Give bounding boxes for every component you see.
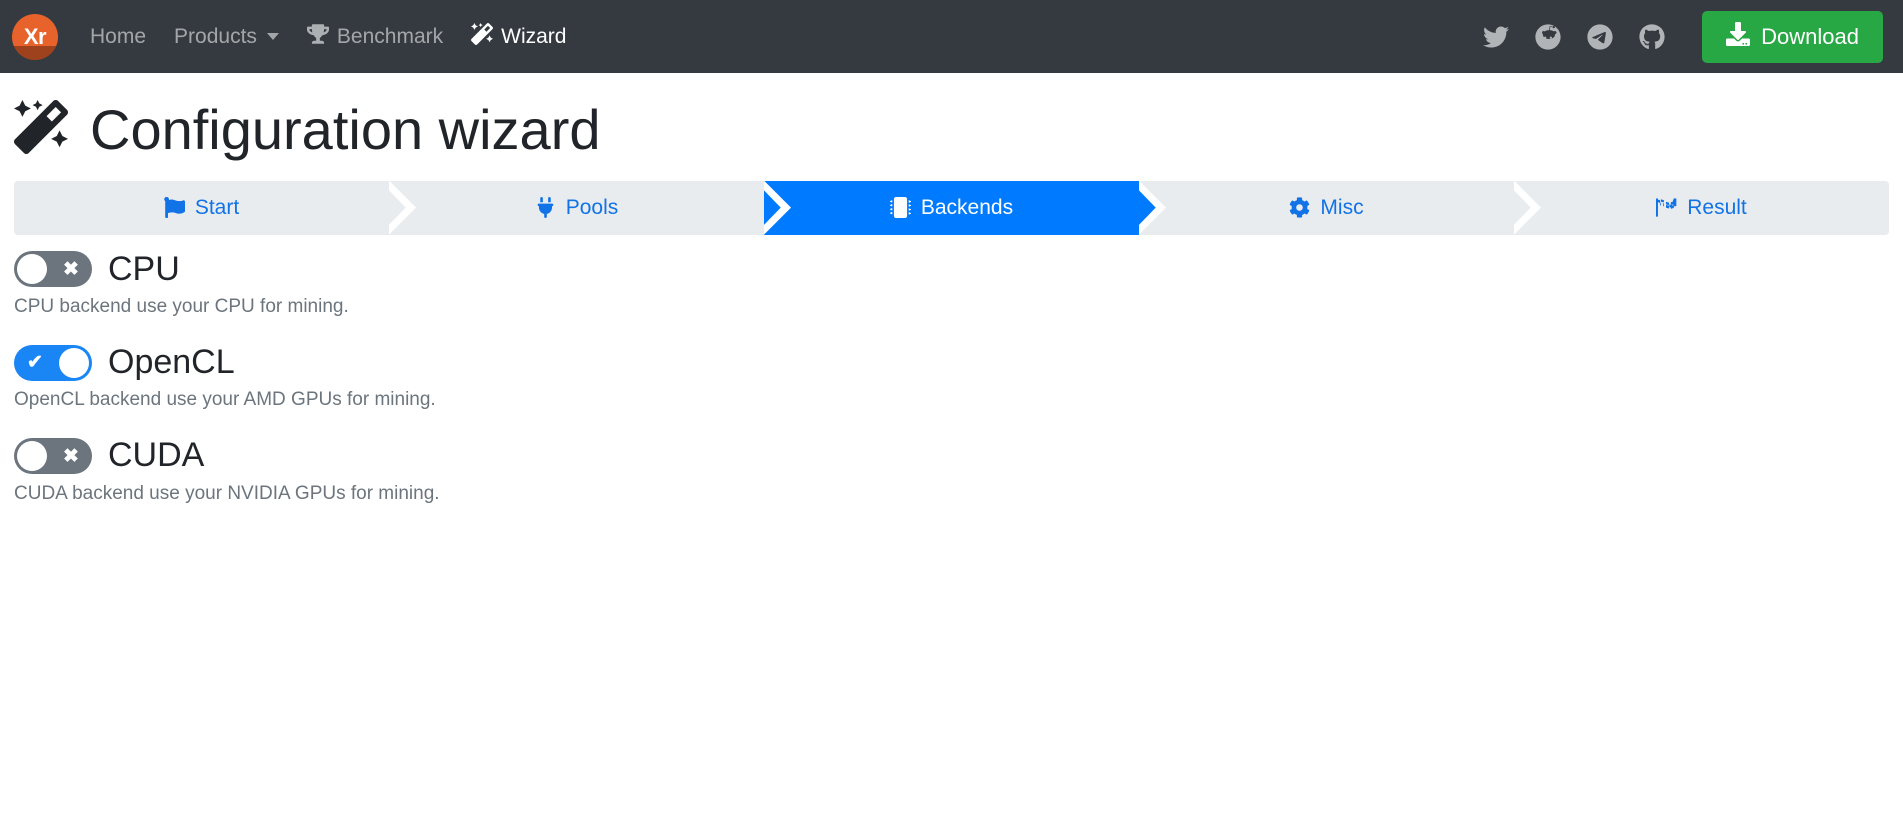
top-navbar: Xr Home Products Benchmark Wizard Downlo… [0, 0, 1903, 73]
toggle-cpu-knob [17, 254, 47, 285]
nav-link-benchmark[interactable]: Benchmark [293, 15, 457, 59]
flag-icon [164, 197, 185, 219]
step-result-label: Result [1687, 195, 1747, 219]
nav-link-wizard-label: Wizard [501, 24, 567, 48]
nav-link-products-label: Products [174, 24, 257, 48]
step-backends-label: Backends [920, 195, 1014, 219]
nav-link-benchmark-label: Benchmark [336, 24, 444, 48]
backend-opencl-label: OpenCL [108, 342, 235, 381]
backend-cpu-description: CPU backend use your CPU for mining. [14, 295, 349, 317]
toggle-opencl[interactable]: ✔ [14, 344, 92, 381]
backends-list: ✖ CPU CPU backend use your CPU for minin… [0, 235, 1903, 505]
nav-link-products[interactable]: Products [160, 17, 293, 57]
magic-wand-icon [14, 100, 68, 159]
twitter-icon[interactable] [1470, 17, 1522, 57]
backend-cuda-label: CUDA [108, 436, 205, 475]
step-misc-label: Misc [1320, 195, 1364, 219]
backend-row-opencl: ✔ OpenCL [14, 342, 1889, 381]
step-pools[interactable]: Pools [389, 180, 764, 235]
nav-links: Home Products Benchmark Wizard [76, 15, 580, 59]
backend-cuda-description: CUDA backend use your NVIDIA GPUs for mi… [14, 482, 440, 504]
page-title: Configuration wizard [0, 73, 1903, 173]
chevron-down-icon [266, 33, 279, 40]
step-result[interactable]: Result [1514, 180, 1889, 235]
github-icon[interactable] [1626, 17, 1678, 57]
nav-link-home-label: Home [90, 24, 147, 48]
xmrig-logo-icon[interactable]: Xr [12, 13, 58, 60]
cross-icon: ✖ [63, 445, 79, 467]
toggle-cuda-knob [17, 441, 47, 472]
download-button-label: Download [1761, 23, 1859, 49]
check-icon: ✔ [27, 352, 43, 374]
wizard-step-bar: Start Pools Backends Misc Result [14, 180, 1889, 235]
step-start-label: Start [194, 195, 240, 219]
logo-text: Xr [23, 23, 47, 49]
nav-link-home[interactable]: Home [76, 17, 160, 57]
step-misc[interactable]: Misc [1139, 180, 1514, 235]
toggle-opencl-knob [59, 347, 89, 378]
trophy-icon [306, 23, 329, 51]
gear-icon [1289, 197, 1310, 218]
backend-cpu-label: CPU [108, 249, 180, 288]
nav-link-wizard[interactable]: Wizard [457, 15, 580, 59]
step-start[interactable]: Start [14, 180, 389, 235]
backend-opencl-description: OpenCL backend use your AMD GPUs for min… [14, 389, 436, 411]
page-title-text: Configuration wizard [90, 98, 601, 161]
download-button[interactable]: Download [1702, 10, 1883, 63]
toggle-cpu[interactable]: ✖ [14, 251, 92, 288]
backend-row-cuda: ✖ CUDA [14, 436, 1889, 475]
telegram-icon[interactable] [1574, 17, 1626, 57]
step-backends[interactable]: Backends [764, 180, 1139, 235]
magic-wand-icon [471, 22, 494, 51]
download-icon [1726, 21, 1751, 52]
cross-icon: ✖ [63, 258, 79, 280]
step-pools-label: Pools [565, 195, 619, 219]
plug-icon [535, 197, 556, 219]
reddit-icon[interactable] [1522, 17, 1574, 57]
microchip-icon [889, 197, 911, 219]
toggle-cuda[interactable]: ✖ [14, 438, 92, 475]
navbar-right-group: Download [1470, 10, 1883, 63]
checkered-flag-icon [1656, 197, 1677, 218]
backend-row-cpu: ✖ CPU [14, 249, 1889, 288]
